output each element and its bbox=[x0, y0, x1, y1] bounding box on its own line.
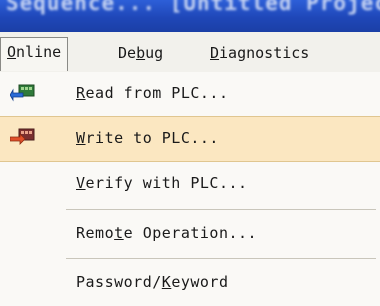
menu-debug-accesskey: b bbox=[136, 44, 146, 62]
verify-with-plc-label-post: erify with PLC... bbox=[85, 174, 248, 192]
read-from-plc-label-post: ead from PLC... bbox=[85, 84, 229, 102]
menu-online-text-post: nline bbox=[16, 43, 62, 61]
menu-debug[interactable]: Debug bbox=[112, 39, 169, 67]
remote-operation-label: Remote Operation... bbox=[76, 212, 257, 256]
menu-diagnostics[interactable]: Diagnostics bbox=[204, 39, 315, 67]
remote-operation-accesskey: t bbox=[114, 224, 124, 242]
remote-operation-label-pre: Remo bbox=[76, 224, 115, 242]
password-keyword-label-post: eyword bbox=[171, 273, 229, 291]
write-to-plc-icon bbox=[9, 128, 36, 146]
window-title: Sequence... [Untitled Project] bbox=[6, 0, 380, 15]
remote-operation-label-post: e Operation... bbox=[123, 224, 258, 242]
read-from-plc-label: Read from PLC... bbox=[76, 72, 229, 116]
menu-diagnostics-accesskey: D bbox=[210, 44, 220, 62]
online-dropdown-menu: Read from PLC... Write to PLC... Verify … bbox=[0, 72, 380, 306]
title-bar: Sequence... [Untitled Project] bbox=[0, 0, 380, 32]
menu-item-read-from-plc[interactable]: Read from PLC... bbox=[0, 72, 380, 116]
password-keyword-label-pre: Password/ bbox=[76, 273, 162, 291]
menu-online[interactable]: Online bbox=[0, 37, 69, 71]
menu-separator bbox=[66, 209, 376, 210]
menu-item-write-to-plc[interactable]: Write to PLC... bbox=[0, 116, 380, 162]
menu-bar: Online Debug Diagnostics bbox=[0, 32, 380, 73]
verify-with-plc-label: Verify with PLC... bbox=[76, 162, 248, 206]
menu-debug-text-post: ug bbox=[145, 44, 164, 62]
read-from-plc-icon bbox=[9, 84, 36, 102]
menu-item-remote-operation[interactable]: Remote Operation... bbox=[0, 212, 380, 256]
menu-separator bbox=[66, 258, 376, 259]
write-to-plc-label: Write to PLC... bbox=[76, 117, 219, 161]
write-to-plc-accesskey: W bbox=[76, 129, 86, 147]
password-keyword-accesskey: K bbox=[161, 273, 172, 291]
menu-diagnostics-text-post: iagnostics bbox=[219, 44, 310, 62]
read-from-plc-accesskey: R bbox=[76, 84, 86, 102]
write-to-plc-label-post: rite to PLC... bbox=[85, 129, 219, 147]
menu-debug-text-pre: De bbox=[118, 44, 137, 62]
menu-item-password-keyword[interactable]: Password/Keyword bbox=[0, 261, 380, 305]
menu-item-verify-with-plc[interactable]: Verify with PLC... bbox=[0, 162, 380, 206]
menu-online-accesskey: O bbox=[7, 43, 17, 61]
verify-with-plc-accesskey: V bbox=[76, 174, 86, 192]
password-keyword-label: Password/Keyword bbox=[76, 261, 229, 305]
